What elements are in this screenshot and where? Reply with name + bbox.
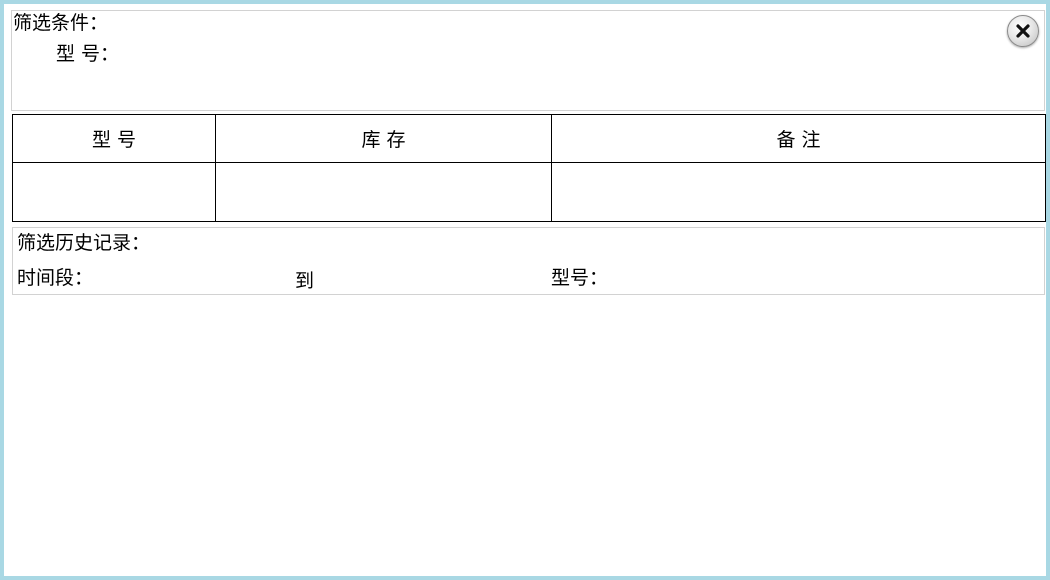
close-icon bbox=[1016, 24, 1030, 38]
table-cell-model bbox=[12, 162, 216, 222]
filter-title: 筛选条件： bbox=[13, 12, 109, 34]
column-header-model: 型 号 bbox=[12, 114, 216, 163]
table-row bbox=[12, 162, 1046, 222]
column-header-stock: 库 存 bbox=[215, 114, 552, 163]
table-header-row: 型 号 库 存 备 注 bbox=[12, 114, 1046, 163]
history-title: 筛选历史记录： bbox=[17, 232, 151, 254]
model-filter-label: 型 号： bbox=[56, 43, 120, 65]
history-panel: 筛选历史记录： 时间段： 到 型号： bbox=[12, 227, 1045, 295]
history-model-label: 型号： bbox=[551, 267, 609, 289]
window-frame: 筛选条件： 型 号： 型 号 库 存 备 注 筛选历史记录： 时间段： 到 型号… bbox=[0, 0, 1050, 580]
history-to-label: 到 bbox=[295, 270, 315, 292]
column-header-remark: 备 注 bbox=[551, 114, 1046, 163]
table-cell-stock bbox=[215, 162, 552, 222]
history-time-label: 时间段： bbox=[17, 267, 94, 289]
stock-table: 型 号 库 存 备 注 bbox=[12, 114, 1046, 222]
table-cell-remark bbox=[551, 162, 1046, 222]
close-button[interactable] bbox=[1007, 15, 1039, 47]
filter-panel: 筛选条件： 型 号： bbox=[11, 10, 1045, 111]
